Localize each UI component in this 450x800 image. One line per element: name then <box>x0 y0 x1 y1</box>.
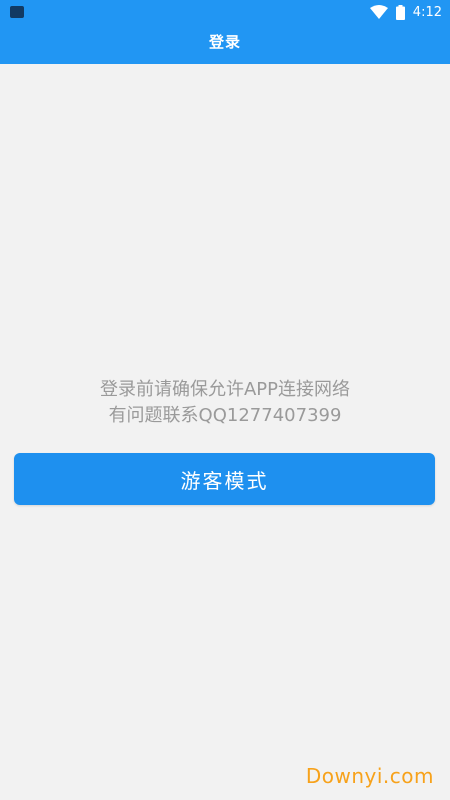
battery-icon <box>395 4 405 20</box>
watermark-logo: Downyi.com <box>305 764 434 788</box>
status-bar: 4:12 <box>0 0 450 24</box>
guest-mode-button[interactable]: 游客模式 <box>14 453 435 505</box>
status-right-group: 4:12 <box>369 0 442 24</box>
notice-line-contact: 有问题联系QQ1277407399 <box>108 405 342 426</box>
wifi-icon <box>369 5 388 19</box>
login-notice: 登录前请确保允许APP连接网络 有问题联系QQ1277407399 <box>0 377 450 429</box>
page-title: 登录 <box>208 32 241 51</box>
notice-line-network: 登录前请确保允许APP连接网络 <box>99 379 351 400</box>
app-bar: 登录 <box>0 24 450 64</box>
status-time: 4:12 <box>412 4 442 20</box>
notification-icon <box>10 6 24 18</box>
